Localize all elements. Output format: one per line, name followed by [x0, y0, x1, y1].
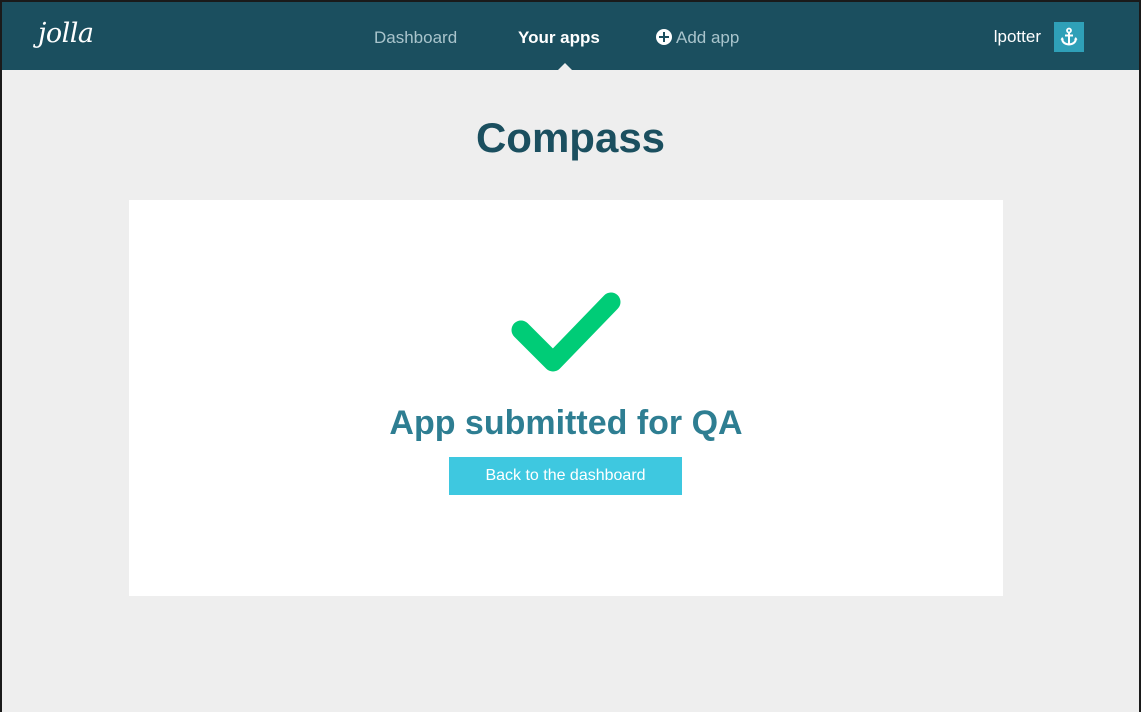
top-navbar: jolla Dashboard Your apps Add app lpotte… — [2, 2, 1139, 71]
app-window: jolla Dashboard Your apps Add app lpotte… — [0, 0, 1141, 712]
user-avatar[interactable] — [1054, 22, 1084, 52]
user-name[interactable]: lpotter — [994, 27, 1041, 47]
checkmark-icon — [511, 292, 621, 372]
back-to-dashboard-button[interactable]: Back to the dashboard — [449, 457, 682, 495]
result-card: App submitted for QA Back to the dashboa… — [129, 200, 1003, 596]
plus-circle-icon — [656, 29, 672, 45]
active-nav-indicator — [557, 63, 573, 71]
nav-your-apps[interactable]: Your apps — [518, 28, 600, 48]
nav-dashboard[interactable]: Dashboard — [374, 28, 457, 48]
add-app-label: Add app — [676, 28, 740, 47]
nav-add-app[interactable]: Add app — [656, 28, 739, 48]
main-nav: Dashboard Your apps Add app — [2, 2, 1139, 71]
page-title: Compass — [475, 114, 666, 161]
anchor-icon — [1060, 27, 1078, 46]
status-message: App submitted for QA — [389, 404, 743, 442]
